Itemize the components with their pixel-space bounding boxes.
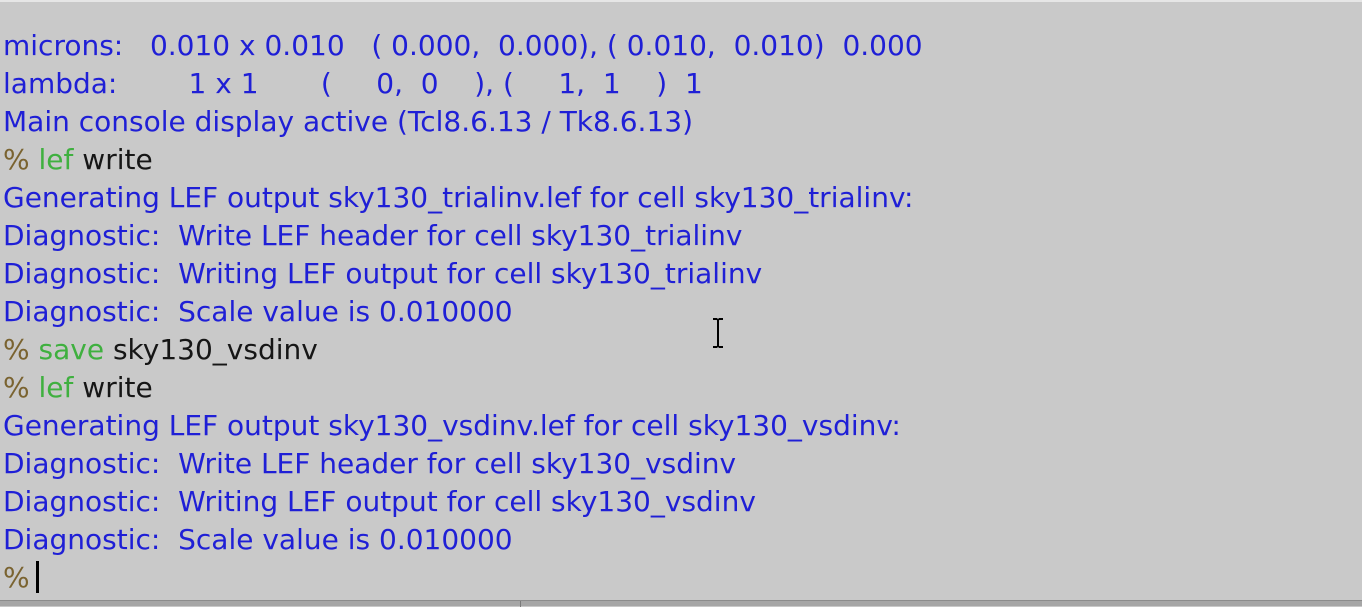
- prompt: %: [3, 333, 30, 366]
- console-lines: microns: 0.010 x 0.010 ( 0.000, 0.000), …: [3, 27, 923, 597]
- console-line-status: Main console display active (Tcl8.6.13 /…: [3, 105, 694, 138]
- command-line-lef-write-2: % lef write: [3, 369, 923, 407]
- tcl-console-text-area[interactable]: microns: 0.010 x 0.010 ( 0.000, 0.000), …: [0, 0, 1362, 600]
- input-prompt-line[interactable]: %: [3, 559, 923, 597]
- command-name: lef: [38, 371, 74, 404]
- command-name: save: [38, 333, 105, 366]
- output-line: Generating LEF output sky130_trialinv.le…: [3, 181, 914, 214]
- output-line: Diagnostic: Scale value is 0.010000: [3, 295, 513, 328]
- ibeam-cursor-icon: [713, 318, 723, 348]
- command-line-save: % save sky130_vsdinv: [3, 331, 923, 369]
- command-line-lef-write-1: % lef write: [3, 141, 923, 179]
- scrollbar-divider: [520, 601, 521, 607]
- console-line-lambda: lambda: 1 x 1 ( 0, 0 ), ( 1, 1 ) 1: [3, 67, 703, 100]
- output-line: Generating LEF output sky130_vsdinv.lef …: [3, 409, 901, 442]
- bottom-scrollbar[interactable]: [0, 600, 1362, 607]
- text-caret-icon: [35, 561, 39, 593]
- output-line: Diagnostic: Write LEF header for cell sk…: [3, 447, 737, 480]
- console-line-microns: microns: 0.010 x 0.010 ( 0.000, 0.000), …: [3, 29, 923, 62]
- command-args: sky130_vsdinv: [112, 333, 318, 366]
- output-line: Diagnostic: Write LEF header for cell sk…: [3, 219, 743, 252]
- command-args: write: [82, 371, 153, 404]
- output-line: Diagnostic: Scale value is 0.010000: [3, 523, 513, 556]
- command-args: write: [82, 143, 153, 176]
- output-line: Diagnostic: Writing LEF output for cell …: [3, 257, 763, 290]
- prompt: %: [3, 371, 30, 404]
- output-line: Diagnostic: Writing LEF output for cell …: [3, 485, 756, 518]
- prompt: %: [3, 561, 30, 594]
- command-name: lef: [38, 143, 74, 176]
- prompt: %: [3, 143, 30, 176]
